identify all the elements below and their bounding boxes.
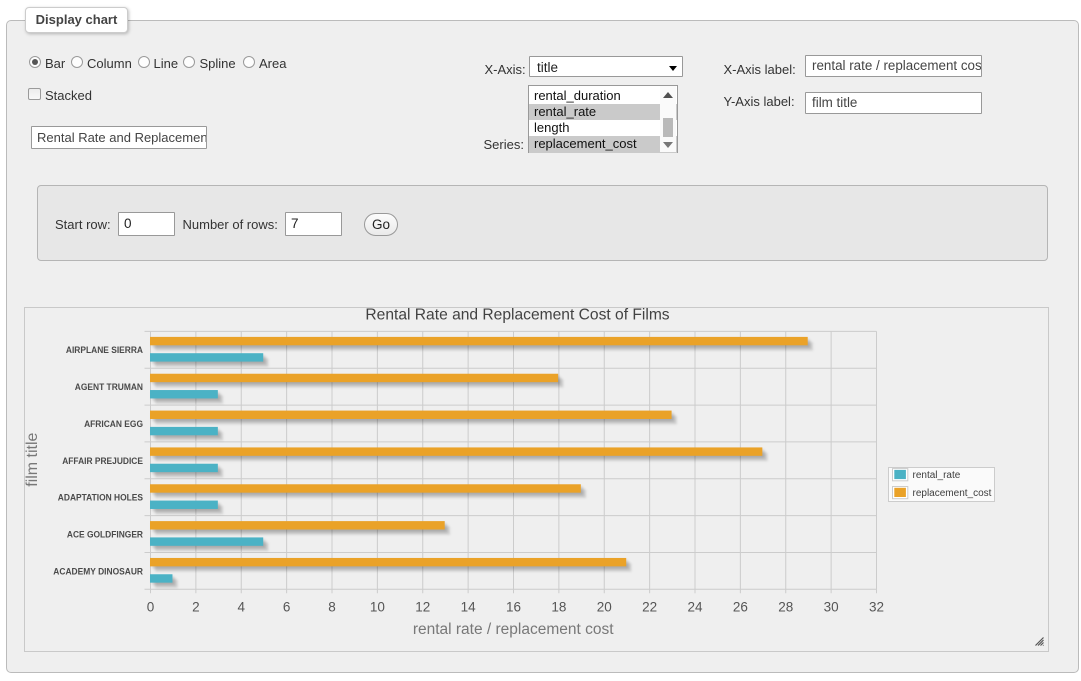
svg-text:rental rate / replacement cost: rental rate / replacement cost bbox=[413, 621, 614, 638]
svg-text:ACADEMY DINOSAUR: ACADEMY DINOSAUR bbox=[53, 566, 143, 577]
svg-text:2: 2 bbox=[192, 599, 200, 614]
svg-text:32: 32 bbox=[869, 599, 884, 614]
svg-text:AFFAIR PREJUDICE: AFFAIR PREJUDICE bbox=[62, 456, 143, 467]
svg-text:8: 8 bbox=[328, 599, 336, 614]
svg-text:26: 26 bbox=[733, 599, 748, 614]
svg-text:ACE GOLDFINGER: ACE GOLDFINGER bbox=[67, 529, 143, 540]
svg-text:4: 4 bbox=[237, 599, 245, 614]
svg-text:12: 12 bbox=[415, 599, 430, 614]
svg-text:20: 20 bbox=[597, 599, 612, 614]
svg-text:AIRPLANE SIERRA: AIRPLANE SIERRA bbox=[66, 345, 143, 356]
svg-text:14: 14 bbox=[461, 599, 477, 614]
svg-text:6: 6 bbox=[283, 599, 291, 614]
svg-text:16: 16 bbox=[506, 599, 521, 614]
svg-text:28: 28 bbox=[778, 599, 793, 614]
svg-text:AFRICAN EGG: AFRICAN EGG bbox=[84, 419, 143, 430]
svg-text:24: 24 bbox=[687, 599, 703, 614]
svg-text:AGENT TRUMAN: AGENT TRUMAN bbox=[75, 382, 143, 393]
svg-text:Rental Rate and Replacement Co: Rental Rate and Replacement Cost of Film… bbox=[365, 307, 669, 324]
svg-text:22: 22 bbox=[642, 599, 657, 614]
svg-text:30: 30 bbox=[824, 599, 839, 614]
svg-text:0: 0 bbox=[147, 599, 155, 614]
svg-text:18: 18 bbox=[551, 599, 566, 614]
svg-text:rental_rate: rental_rate bbox=[913, 470, 961, 481]
svg-text:10: 10 bbox=[370, 599, 385, 614]
svg-text:ADAPTATION HOLES: ADAPTATION HOLES bbox=[58, 493, 143, 504]
svg-text:film title: film title bbox=[24, 432, 41, 486]
svg-text:replacement_cost: replacement_cost bbox=[913, 488, 992, 499]
